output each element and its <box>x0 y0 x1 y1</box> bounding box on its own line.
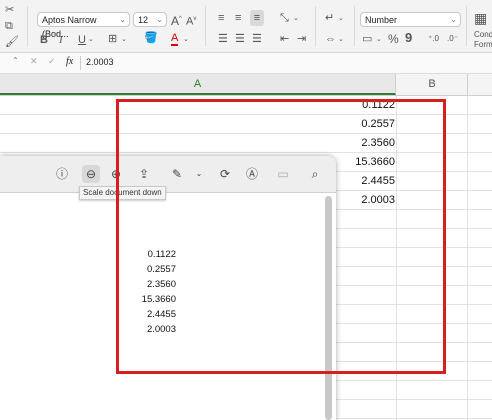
decrease-decimal-icon[interactable]: .0⁻ <box>447 33 458 45</box>
copy-icon[interactable]: ⧉ <box>5 20 13 32</box>
percent-button[interactable]: % <box>388 33 399 45</box>
align-top-icon[interactable]: ≡ <box>218 12 224 24</box>
font-size-dropdown[interactable]: 12 ⌄ <box>133 12 167 27</box>
chevron-down-icon: ⌄ <box>450 15 457 24</box>
column-header-bar: A B <box>0 74 492 96</box>
underline-button[interactable]: U <box>78 34 86 46</box>
ribbon-divider <box>205 6 206 46</box>
bold-button[interactable]: B <box>40 34 48 46</box>
conditional-formatting-label[interactable]: Cond Form <box>474 30 492 50</box>
function-icon[interactable]: fx <box>66 56 73 67</box>
increase-decimal-icon[interactable]: ⁺.0 <box>428 33 439 45</box>
chevron-down-icon[interactable]: ⌄ <box>121 34 127 46</box>
format-painter-icon[interactable]: 🖌 <box>5 36 19 48</box>
chevron-down-icon: ⌄ <box>119 15 126 24</box>
highlight-rectangle <box>116 99 446 374</box>
ribbon-toolbar: ✂ ⧉ 🖌 Aptos Narrow (Bod... ⌄ 12 ⌄ A^ Av … <box>0 0 492 53</box>
ribbon-divider <box>315 6 316 46</box>
italic-button[interactable]: I <box>59 34 63 46</box>
align-right-icon[interactable]: ☰ <box>252 33 262 45</box>
comma-style-button[interactable]: 9 <box>405 31 412 44</box>
borders-icon[interactable]: ⊞ <box>108 33 117 45</box>
cond-label-line-2: Form <box>474 40 492 49</box>
align-left-icon[interactable]: ☰ <box>218 33 228 45</box>
ribbon-divider <box>27 6 28 46</box>
fill-color-icon[interactable]: 🪣 <box>144 32 158 44</box>
font-name-dropdown[interactable]: Aptos Narrow (Bod... ⌄ <box>37 12 130 39</box>
chevron-down-icon[interactable]: ⌄ <box>338 34 344 46</box>
formula-divider <box>80 56 81 70</box>
zoom-out-icon[interactable]: ⊖ <box>82 165 100 183</box>
number-format-dropdown[interactable]: Number ⌄ <box>360 12 461 27</box>
chevron-down-icon[interactable]: ⌄ <box>376 34 382 46</box>
increase-font-label: A <box>171 14 180 28</box>
accounting-format-icon[interactable]: ▭ <box>362 33 372 45</box>
chevron-down-icon[interactable]: ⌄ <box>183 34 189 46</box>
name-box-arrow-icon[interactable]: ⌃ <box>12 56 19 65</box>
align-bottom-icon[interactable]: ≡ <box>250 10 264 26</box>
increase-indent-icon[interactable]: ⇥ <box>297 33 306 45</box>
increase-font-button[interactable]: A^ <box>171 13 182 27</box>
info-icon[interactable]: ⓘ <box>53 165 71 183</box>
number-format-value: Number <box>365 15 398 25</box>
orientation-icon[interactable]: ⤡ <box>280 12 289 24</box>
wrap-text-icon[interactable]: ↵ <box>325 12 334 24</box>
ribbon-divider <box>354 6 355 46</box>
chevron-down-icon: ⌄ <box>156 15 163 24</box>
ribbon-divider <box>466 6 467 46</box>
font-color-icon[interactable]: A <box>171 32 179 46</box>
chevron-down-icon[interactable]: ⌄ <box>88 34 94 46</box>
decrease-font-button[interactable]: Av <box>186 13 196 28</box>
merge-cells-icon[interactable]: ⇔ <box>325 33 336 45</box>
confirm-icon[interactable]: ✓ <box>48 56 56 67</box>
align-middle-icon[interactable]: ≡ <box>235 12 241 24</box>
font-size-value: 12 <box>138 15 149 25</box>
cut-icon[interactable]: ✂ <box>5 4 14 16</box>
column-header-b[interactable]: B <box>397 74 468 95</box>
chevron-down-icon[interactable]: ⌄ <box>338 13 344 25</box>
conditional-formatting-icon[interactable]: ▦ <box>474 11 487 25</box>
chevron-down-icon[interactable]: ⌄ <box>293 13 299 25</box>
align-center-icon[interactable]: ☰ <box>235 33 245 45</box>
column-header-a[interactable]: A <box>0 74 396 95</box>
decrease-indent-icon[interactable]: ⇤ <box>280 33 289 45</box>
cond-label-line-1: Cond <box>474 30 492 39</box>
formula-bar: ⌃ ✕ ✓ fx 2.0003 <box>0 53 492 74</box>
cancel-icon[interactable]: ✕ <box>30 56 38 67</box>
formula-input[interactable]: 2.0003 <box>86 57 114 67</box>
